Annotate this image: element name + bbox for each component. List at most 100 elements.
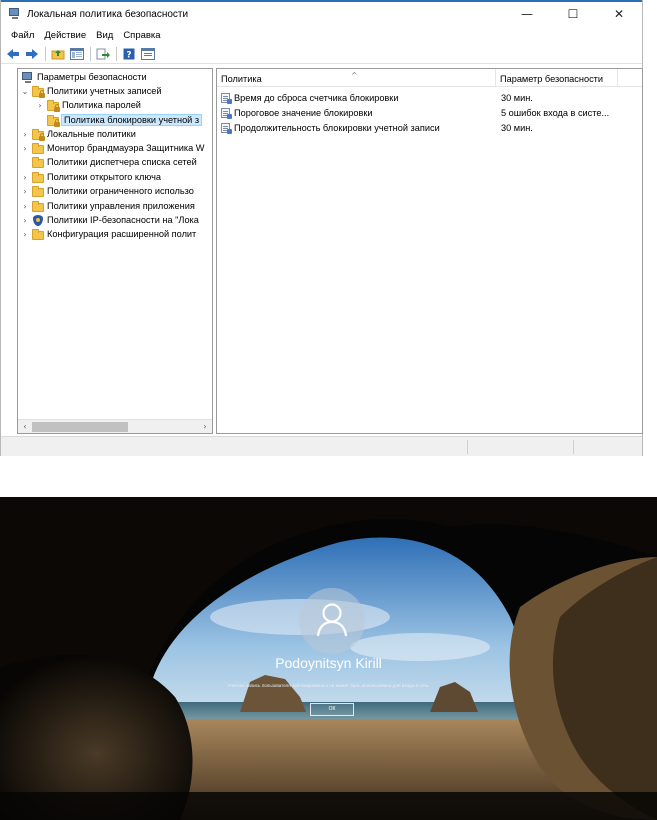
tree-item-label: Политика паролей [62,100,141,110]
tree-item-application-control[interactable]: › Политики управления приложения [20,199,195,213]
menu-action[interactable]: Действие [39,30,91,41]
menu-file[interactable]: Файл [6,30,39,41]
folder-icon [32,156,44,168]
tree-item-software-restriction[interactable]: › Политики ограниченного использо [20,184,194,198]
folder-icon [32,171,44,183]
tree-horizontal-scrollbar[interactable]: ‹ › [18,419,212,433]
chevron-right-icon[interactable]: › [20,130,30,139]
folder-icon [32,228,44,240]
tree-item-label: Параметры безопасности [37,72,147,82]
up-folder-icon[interactable] [50,46,66,62]
tree-item-ip-security[interactable]: › Политики IP-безопасности на "Лока [20,213,199,227]
scroll-left-arrow-icon[interactable]: ‹ [19,421,31,433]
export-list-icon[interactable] [95,46,111,62]
maximize-button[interactable]: ☐ [550,2,596,26]
policy-name: Время до сброса счетчика блокировки [234,92,399,103]
tree-item-account-lockout-policy[interactable]: Политика блокировки учетной з [45,113,203,127]
policy-setting-icon [221,92,232,104]
security-policy-app-icon [9,8,21,20]
folder-lock-icon [32,85,45,98]
folder-icon [32,185,44,197]
local-security-policy-window: Локальная политика безопасности — ☐ ✕ Фа… [0,0,643,456]
close-button[interactable]: ✕ [596,2,642,26]
policy-name: Продолжительность блокировки учетной зап… [234,122,440,133]
navigation-tree-pane[interactable]: Параметры безопасности ⌄ Политики учетны… [17,68,213,434]
chevron-right-icon[interactable]: › [20,202,30,211]
tree-item-label: Политики управления приложения [47,201,195,211]
tree-item-label: Монитор брандмауэра Защитника W [47,143,205,153]
show-hide-tree-icon[interactable] [69,46,85,62]
folder-icon [32,142,44,154]
tree-item-label: Политики ограниченного использо [47,186,194,196]
policy-setting-icon [221,122,232,134]
tree-item-network-list-policies[interactable]: Политики диспетчера списка сетей [20,155,197,169]
lockscreen-username: Podoynitsyn Kirill [275,655,382,671]
chevron-right-icon[interactable]: › [20,187,30,196]
tree-item-label: Политики учетных записей [47,86,162,96]
tree-item-label: Политики диспетчера списка сетей [47,157,197,167]
scroll-right-arrow-icon[interactable]: › [199,421,211,433]
policy-value: 30 мин. [501,122,533,133]
chevron-right-icon[interactable]: › [20,144,30,153]
forward-arrow-icon[interactable] [24,46,40,62]
column-header-policy[interactable]: Политика ^ [217,69,496,87]
tree-item-public-key-policies[interactable]: › Политики открытого ключа [20,170,161,184]
user-silhouette-icon [316,603,348,637]
policy-value: 30 мин. [501,92,533,103]
tree-item-label: Политики IP-безопасности на "Лока [47,215,199,225]
status-divider [573,440,574,454]
scrollbar-thumb[interactable] [32,422,128,432]
tree-item-firewall-monitor[interactable]: › Монитор брандмауэра Защитника W [20,141,204,155]
column-label: Параметр безопасности [500,74,604,84]
tree-item-label: Политики открытого ключа [47,172,161,182]
tree-item-account-policies[interactable]: ⌄ Политики учетных записей [20,84,162,98]
account-locked-message: Учетная запись пользователя заблокирован… [227,683,430,688]
chevron-right-icon[interactable]: › [20,173,30,182]
policy-list-pane[interactable]: Политика ^ Параметр безопасности Время д… [216,68,643,434]
title-bar[interactable]: Локальная политика безопасности — ☐ ✕ [1,2,642,26]
tree-item-label: Локальные политики [47,129,136,139]
tree-item-password-policy[interactable]: › Политика паролей [35,98,141,112]
minimize-button[interactable]: — [504,2,550,26]
help-icon[interactable]: ? [121,46,137,62]
status-divider [467,440,468,454]
sort-ascending-icon: ^ [351,71,358,80]
menu-help[interactable]: Справка [118,30,165,41]
back-arrow-icon[interactable] [5,46,21,62]
properties-window-icon[interactable] [140,46,156,62]
toolbar: ? [1,44,642,64]
policy-value: 5 ошибок входа в систе... [501,107,610,118]
status-bar [1,436,642,456]
policy-setting-icon [221,107,232,119]
window-controls: — ☐ ✕ [504,2,642,26]
chevron-down-icon[interactable]: ⌄ [20,87,30,96]
tree-item-label: Конфигурация расширенной полит [47,229,197,239]
table-row[interactable]: Пороговое значение блокировки 5 ошибок в… [217,106,642,119]
windows-lock-screen: Podoynitsyn Kirill Учетная запись пользо… [0,497,657,820]
chevron-right-icon[interactable]: › [20,216,30,225]
toolbar-separator [90,46,91,61]
menu-view[interactable]: Вид [91,30,118,41]
tree-item-label: Политика блокировки учетной з [60,114,203,126]
folder-lock-icon [32,128,45,141]
folder-icon [32,200,44,212]
svg-text:?: ? [126,50,131,60]
tree-item-security-settings[interactable]: Параметры безопасности [20,70,147,84]
list-header: Политика ^ Параметр безопасности [217,69,642,87]
column-label: Политика [221,74,262,84]
table-row[interactable]: Продолжительность блокировки учетной зап… [217,121,642,134]
window-title: Локальная политика безопасности [27,8,189,20]
column-header-security-setting[interactable]: Параметр безопасности [496,69,618,87]
menu-bar: Файл Действие Вид Справка [1,26,642,44]
chevron-right-icon[interactable]: › [35,101,45,110]
folder-lock-icon [47,99,60,112]
toolbar-separator [45,46,46,61]
tree-item-advanced-audit[interactable]: › Конфигурация расширенной полит [20,227,196,241]
ok-button[interactable]: ОК [310,703,354,716]
computer-icon [22,71,34,83]
shield-icon [32,214,44,226]
table-row[interactable]: Время до сброса счетчика блокировки 30 м… [217,91,642,104]
tree-item-local-policies[interactable]: › Локальные политики [20,127,136,141]
chevron-right-icon[interactable]: › [20,230,30,239]
policy-name: Пороговое значение блокировки [234,107,373,118]
